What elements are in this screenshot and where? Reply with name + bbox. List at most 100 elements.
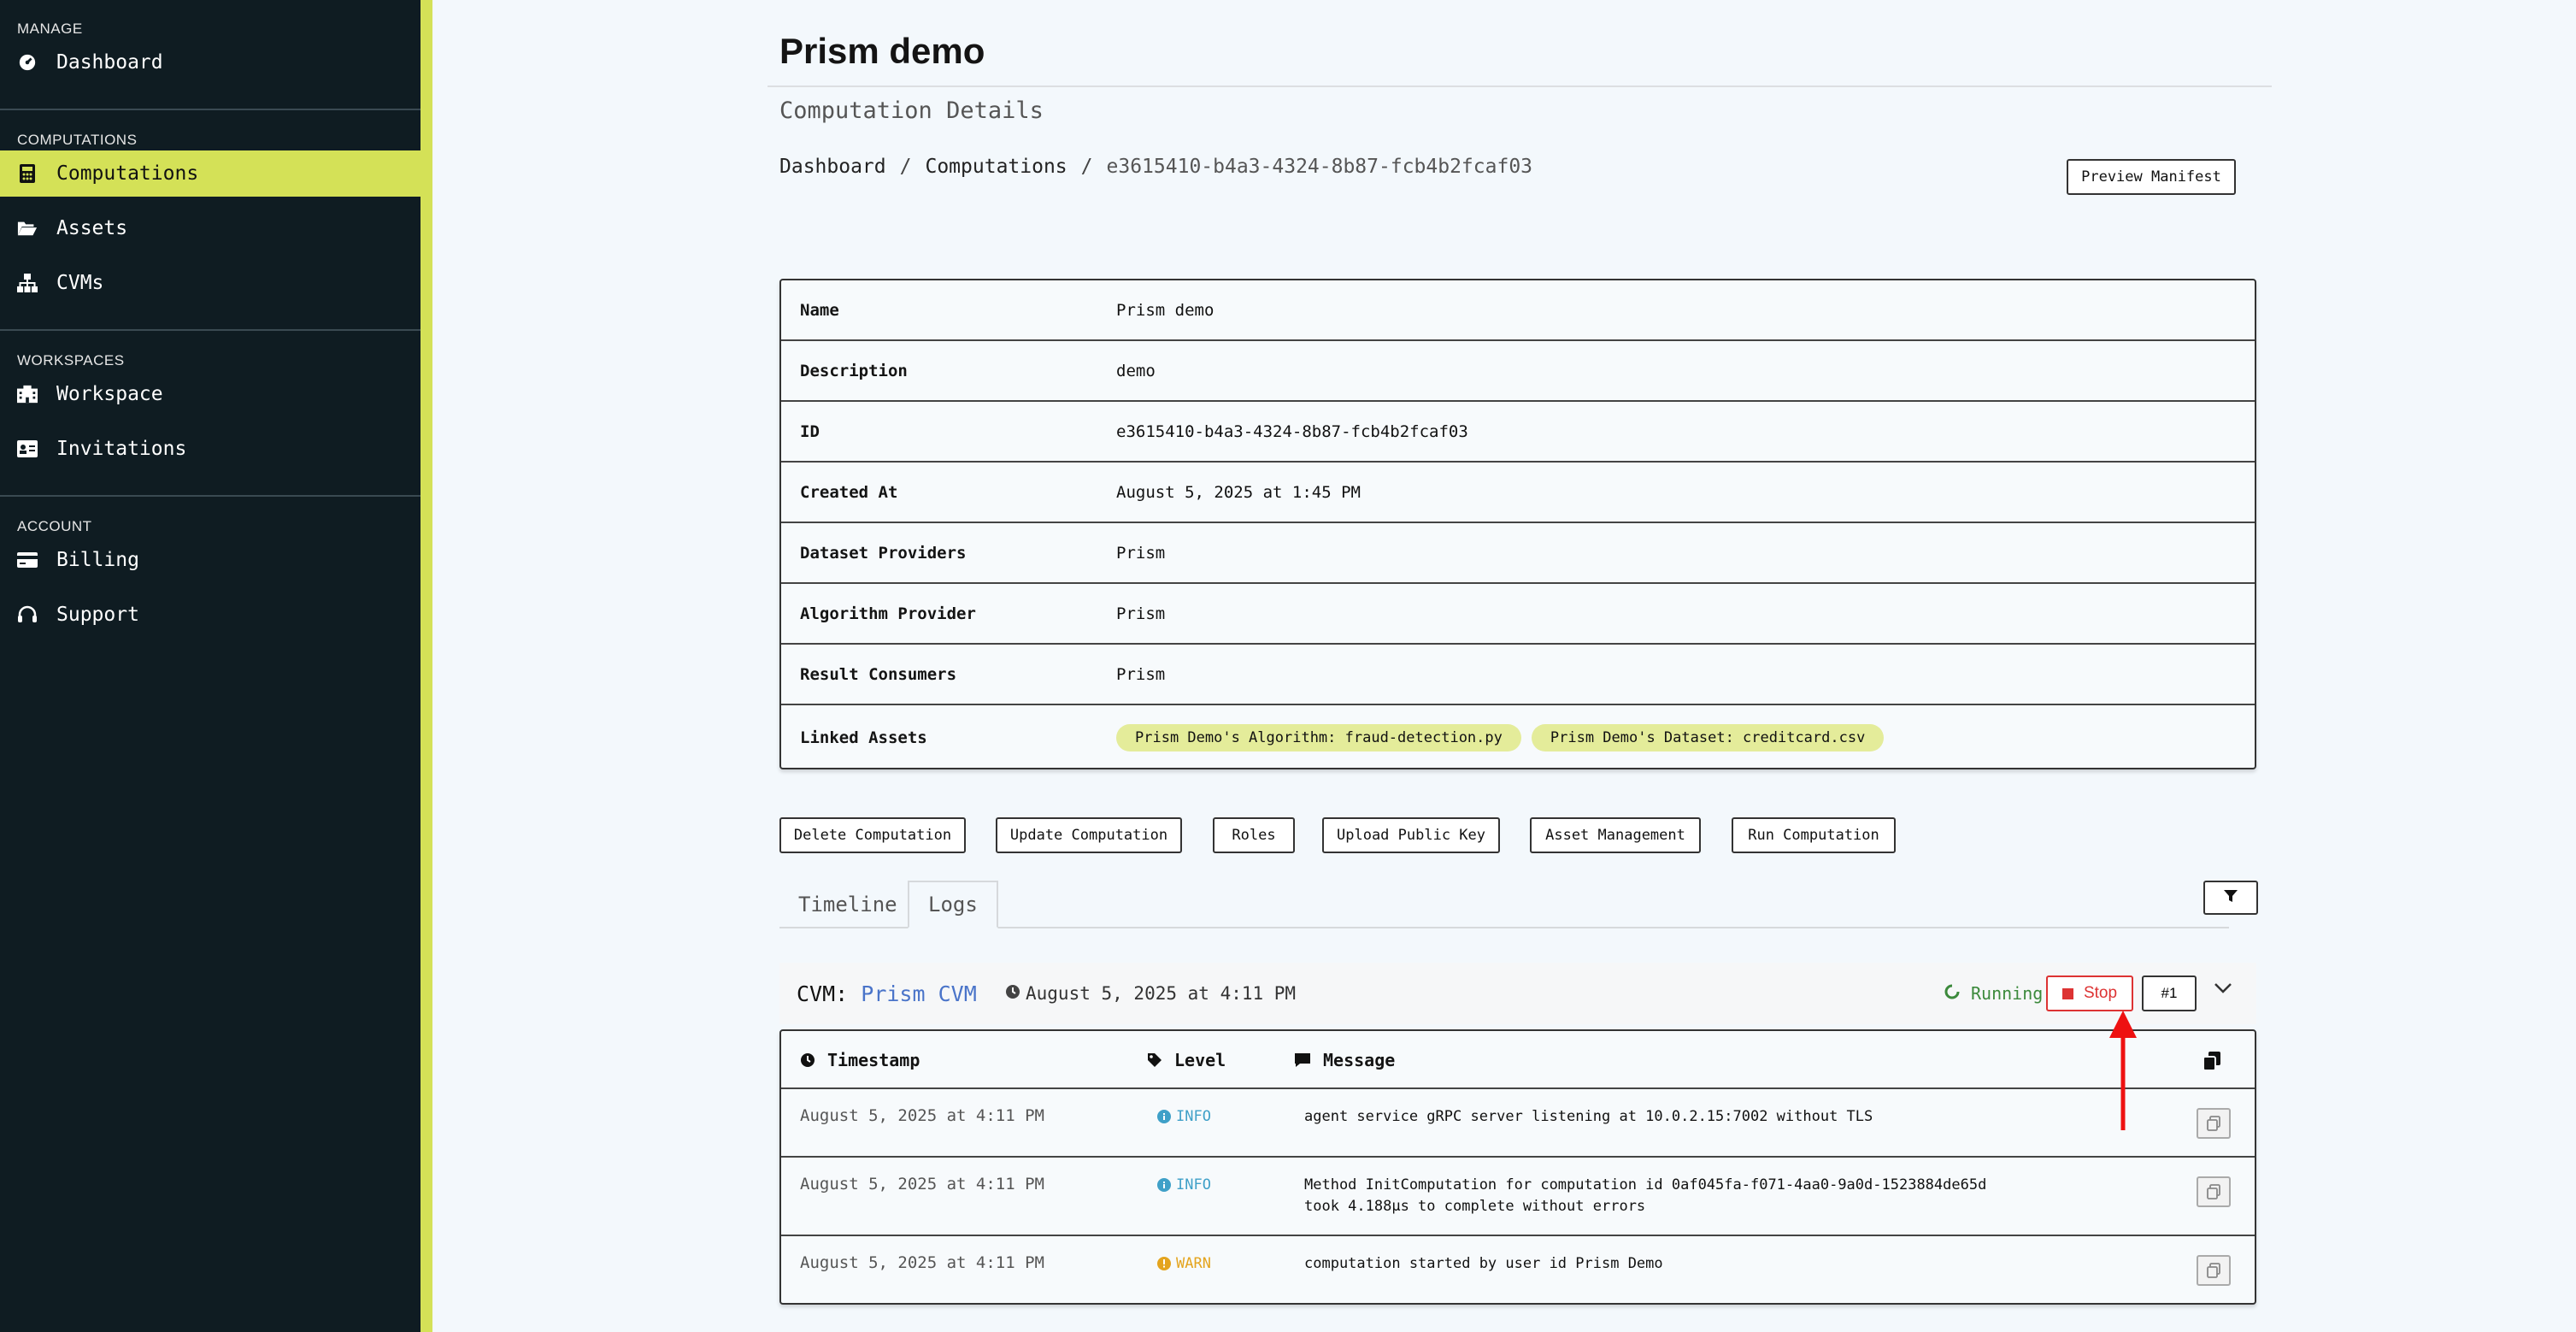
detail-label: Created At: [800, 482, 898, 502]
log-timestamp: August 5, 2025 at 4:11 PM: [800, 1175, 1044, 1193]
tag-icon: [1148, 1053, 1162, 1067]
delete-computation-button[interactable]: Delete Computation: [779, 817, 966, 853]
sidebar-item-support[interactable]: Support: [0, 592, 421, 638]
comment-icon: [1295, 1053, 1310, 1067]
detail-value: demo: [1116, 361, 1156, 380]
log-row: August 5, 2025 at 4:11 PM INFO agent ser…: [781, 1089, 2255, 1158]
tab-logs[interactable]: Logs: [908, 881, 998, 928]
detail-value: Prism: [1116, 543, 1166, 563]
run-computation-button[interactable]: Run Computation: [1732, 817, 1896, 853]
logs-header: Timestamp Level Message: [781, 1031, 2255, 1089]
detail-row-linked-assets: Linked Assets Prism Demo's Algorithm: fr…: [781, 705, 2255, 769]
sidebar-item-label: Dashboard: [56, 51, 163, 74]
credit-card-icon: [17, 550, 38, 570]
chevron-down-icon[interactable]: [2214, 981, 2232, 998]
annotation-arrow: [2109, 1011, 2137, 1130]
cvm-status-text: Running: [1971, 983, 2044, 1004]
asset-chip-algorithm[interactable]: Prism Demo's Algorithm: fraud-detection.…: [1116, 723, 1521, 751]
sidebar-item-label: Invitations: [56, 438, 187, 460]
update-computation-button[interactable]: Update Computation: [996, 817, 1182, 853]
log-message: Method InitComputation for computation i…: [1304, 1175, 2159, 1217]
sidebar-item-invitations[interactable]: Invitations: [0, 426, 421, 472]
detail-value: Prism: [1116, 664, 1166, 684]
computation-details-table: Name Prism demo Description demo ID e361…: [779, 279, 2256, 769]
column-timestamp: Timestamp: [800, 1050, 920, 1070]
sidebar-item-label: Support: [56, 604, 139, 626]
log-level: INFO: [1157, 1108, 1211, 1125]
sidebar-divider: [0, 495, 421, 497]
info-icon: [1157, 1110, 1171, 1123]
header-label: Message: [1323, 1050, 1396, 1070]
log-level-text: INFO: [1176, 1176, 1211, 1193]
filter-icon: [2223, 888, 2238, 908]
info-icon: [1157, 1178, 1171, 1192]
warning-icon: [1157, 1257, 1171, 1270]
detail-value: Prism: [1116, 604, 1166, 623]
page-subtitle: Computation Details: [779, 97, 1044, 124]
log-row: August 5, 2025 at 4:11 PM WARN computati…: [781, 1236, 2255, 1305]
breadcrumb-separator: /: [1080, 156, 1093, 178]
detail-label: Result Consumers: [800, 664, 957, 684]
sidebar-item-computations[interactable]: Computations: [0, 150, 421, 197]
run-number-button[interactable]: #1: [2142, 975, 2197, 1011]
copy-icon: [2207, 1116, 2220, 1131]
linked-assets: Prism Demo's Algorithm: fraud-detection.…: [1116, 723, 1885, 751]
breadcrumb-computations[interactable]: Computations: [925, 156, 1067, 178]
main-content: Prism demo Computation Details Dashboard…: [444, 0, 2576, 1332]
log-message: agent service gRPC server listening at 1…: [1304, 1108, 1873, 1125]
upload-public-key-button[interactable]: Upload Public Key: [1322, 817, 1500, 853]
headset-icon: [17, 604, 38, 625]
column-level: Level: [1147, 1050, 1226, 1070]
tab-timeline[interactable]: Timeline: [779, 881, 916, 928]
header-label: Timestamp: [827, 1050, 920, 1070]
detail-row-name: Name Prism demo: [781, 280, 2255, 341]
cvm-timestamp: August 5, 2025 at 4:11 PM: [1005, 983, 1296, 1004]
sidebar-item-label: Computations: [56, 162, 199, 185]
section-title-computations: COMPUTATIONS: [17, 132, 138, 148]
asset-management-button[interactable]: Asset Management: [1530, 817, 1701, 853]
detail-row-created-at: Created At August 5, 2025 at 1:45 PM: [781, 463, 2255, 523]
preview-manifest-button[interactable]: Preview Manifest: [2067, 159, 2236, 195]
sidebar-item-cvms[interactable]: CVMs: [0, 260, 421, 306]
detail-value: e3615410-b4a3-4324-8b87-fcb4b2fcaf03: [1116, 421, 1468, 441]
log-row: August 5, 2025 at 4:11 PM INFO Method In…: [781, 1158, 2255, 1236]
spinner-icon: [1944, 983, 1961, 1005]
detail-label: Algorithm Provider: [800, 604, 976, 623]
section-title-manage: MANAGE: [17, 21, 83, 37]
stop-label: Stop: [2083, 984, 2118, 1002]
detail-label: Name: [800, 300, 839, 320]
section-title-workspaces: WORKSPACES: [17, 352, 125, 368]
clock-icon: [1005, 983, 1020, 1004]
cvm-status: Running: [1944, 983, 2043, 1005]
breadcrumb-dashboard[interactable]: Dashboard: [779, 156, 886, 178]
detail-label: Linked Assets: [800, 728, 927, 747]
tab-bar: Timeline Logs: [779, 881, 2229, 928]
log-level-text: INFO: [1176, 1108, 1211, 1125]
detail-row-result-consumers: Result Consumers Prism: [781, 645, 2255, 705]
copy-all-icon[interactable]: [2203, 1052, 2220, 1074]
detail-row-id: ID e3615410-b4a3-4324-8b87-fcb4b2fcaf03: [781, 402, 2255, 463]
sidebar-item-label: Assets: [56, 217, 128, 239]
asset-chip-dataset[interactable]: Prism Demo's Dataset: creditcard.csv: [1531, 723, 1885, 751]
cvm-name-link[interactable]: Prism CVM: [861, 981, 976, 1006]
sidebar-item-billing[interactable]: Billing: [0, 537, 421, 583]
log-timestamp: August 5, 2025 at 4:11 PM: [800, 1106, 1044, 1125]
clock-icon: [801, 1053, 815, 1067]
stop-icon: [2061, 987, 2073, 999]
log-message-line: Method InitComputation for computation i…: [1304, 1176, 1987, 1193]
stop-button[interactable]: Stop: [2046, 975, 2133, 1011]
sidebar-item-workspace[interactable]: Workspace: [0, 371, 421, 417]
copy-log-button[interactable]: [2197, 1108, 2231, 1139]
roles-button[interactable]: Roles: [1213, 817, 1295, 853]
filter-button[interactable]: [2203, 881, 2258, 915]
sidebar-item-dashboard[interactable]: Dashboard: [0, 39, 421, 85]
log-message: computation started by user id Prism Dem…: [1304, 1255, 1663, 1272]
sidebar-divider: [0, 329, 421, 331]
copy-log-button[interactable]: [2197, 1176, 2231, 1207]
cvm-header: CVM: Prism CVM August 5, 2025 at 4:11 PM…: [779, 963, 2256, 1024]
log-level-text: WARN: [1176, 1255, 1211, 1272]
detail-row-algorithm-provider: Algorithm Provider Prism: [781, 584, 2255, 645]
breadcrumb: Dashboard / Computations / e3615410-b4a3…: [779, 156, 1532, 178]
sidebar-item-assets[interactable]: Assets: [0, 205, 421, 251]
copy-log-button[interactable]: [2197, 1255, 2231, 1286]
